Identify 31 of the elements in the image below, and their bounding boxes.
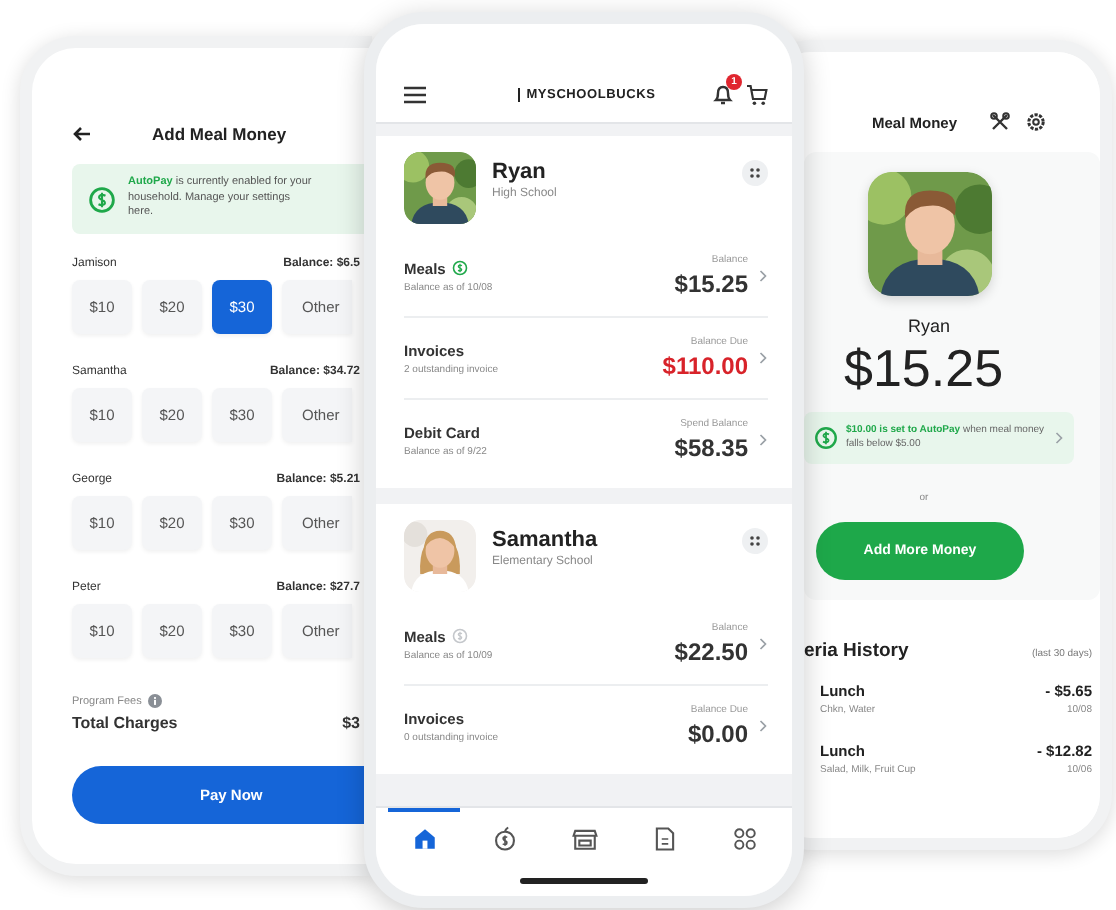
info-icon xyxy=(147,694,162,709)
back-arrow-icon[interactable] xyxy=(72,124,92,144)
home-icon xyxy=(411,826,437,852)
store-icon xyxy=(571,826,597,852)
menu-icon[interactable] xyxy=(404,86,426,104)
bell-icon[interactable] xyxy=(711,84,734,106)
balance-amount: $15.25 xyxy=(844,338,1004,400)
student-name: Ryan xyxy=(908,316,951,336)
apple-dollar-icon xyxy=(491,826,517,852)
student-name: Ryan xyxy=(492,160,548,184)
amount-text: $110.00 xyxy=(662,352,748,380)
amount-text: $22.50 xyxy=(674,638,748,666)
amount-text: $15.25 xyxy=(674,270,748,298)
screen-title: Add Meal Money xyxy=(152,124,287,144)
settings-icon[interactable] xyxy=(1025,112,1046,132)
total-value: $3 xyxy=(342,714,360,733)
section-title: eria History xyxy=(804,640,909,662)
home-indicator xyxy=(520,878,648,884)
more-icon[interactable] xyxy=(742,528,768,554)
total-label: Total Charges xyxy=(72,714,178,733)
chevron-icon xyxy=(1054,430,1064,446)
document-icon xyxy=(651,826,677,852)
crossed-tools-icon[interactable] xyxy=(989,112,1010,132)
dollar-icon xyxy=(814,426,838,450)
more-icon[interactable] xyxy=(742,160,768,186)
cart-icon[interactable] xyxy=(745,84,768,106)
amount-text: $58.35 xyxy=(674,434,748,462)
dollar-icon xyxy=(88,185,116,214)
grid-icon xyxy=(731,826,757,852)
student-name: Samantha xyxy=(492,528,600,552)
amount-text: $0.00 xyxy=(687,720,748,748)
